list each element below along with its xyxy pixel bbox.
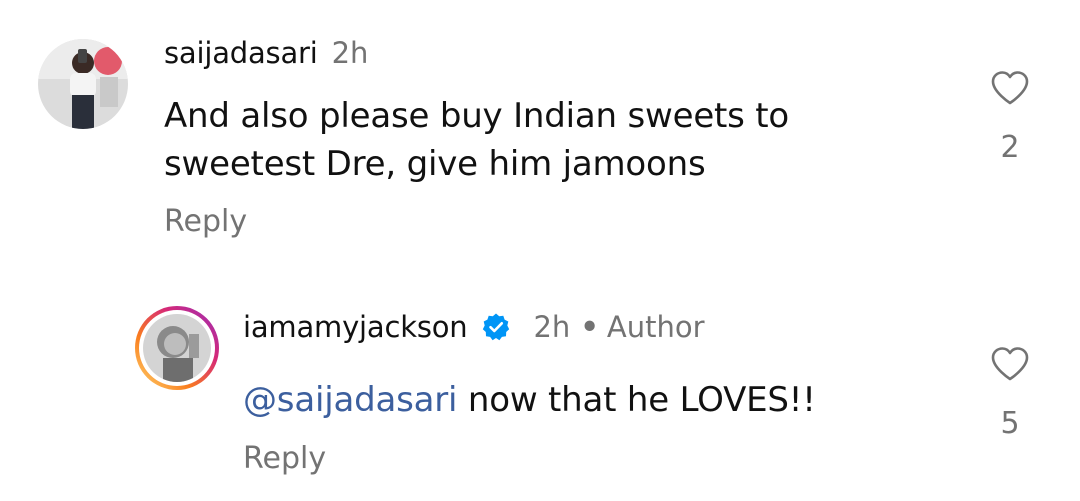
like-control: 2 <box>980 70 1040 165</box>
avatar-story-ring[interactable] <box>135 306 219 390</box>
reply-comment-item: iamamyjackson 2h • Author @saijadasari n… <box>0 270 1080 501</box>
timestamp: 2h <box>331 36 369 70</box>
comment-meta: iamamyjackson 2h • Author <box>243 310 705 344</box>
like-control: 5 <box>980 346 1040 441</box>
mention-link[interactable]: @saijadasari <box>243 380 457 420</box>
comment-item: saijadasari 2h And also please buy India… <box>0 0 1080 270</box>
timestamp: 2h <box>533 310 571 344</box>
reply-button[interactable]: Reply <box>243 441 326 476</box>
like-count: 5 <box>1000 406 1020 441</box>
like-count: 2 <box>1000 130 1020 165</box>
comment-meta: saijadasari 2h <box>164 36 368 70</box>
comment-text: @saijadasari now that he LOVES!! <box>243 376 943 424</box>
username[interactable]: iamamyjackson <box>243 310 468 344</box>
author-label: Author <box>606 310 705 344</box>
comment-body: now that he LOVES!! <box>457 380 816 420</box>
avatar <box>143 314 211 382</box>
verified-badge-icon <box>481 312 511 342</box>
comment-text: And also please buy Indian sweets to swe… <box>164 96 790 184</box>
heart-outline-icon[interactable] <box>990 346 1030 386</box>
avatar[interactable] <box>38 39 128 129</box>
separator: • <box>580 310 599 344</box>
heart-outline-icon[interactable] <box>990 70 1030 110</box>
reply-button[interactable]: Reply <box>164 204 247 239</box>
username[interactable]: saijadasari <box>164 36 318 70</box>
